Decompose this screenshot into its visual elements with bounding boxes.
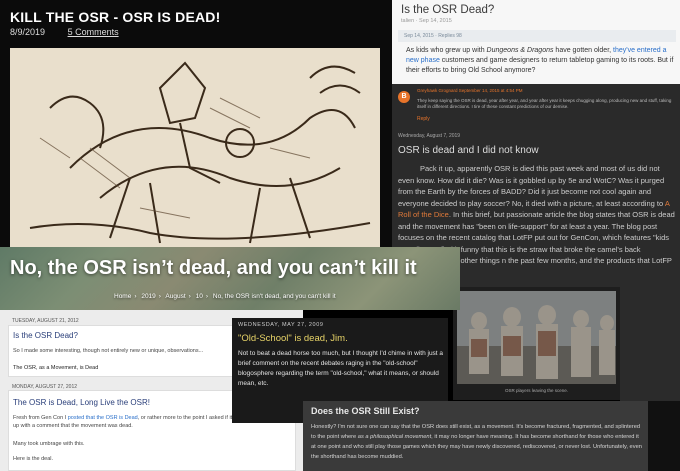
- greyhawk-comment: B Greyhawk Grognard September 14, 2015 a…: [392, 84, 680, 130]
- post-date: 8/9/2019: [10, 27, 46, 37]
- sidebar-strip: [620, 290, 680, 401]
- osr-is-dead-link[interactable]: posted that the OSR is Dead: [68, 415, 138, 421]
- breadcrumb-day[interactable]: 10: [196, 293, 203, 300]
- breadcrumb: Home › 2019 › August › 10 › No, the OSR isn'…: [114, 293, 336, 300]
- forum-byline: talien · Sep 14, 2015: [401, 18, 452, 24]
- osr-not-dead-banner: No, the OSR isn’t dead, and you can’t ki…: [0, 247, 460, 310]
- post-date: MONDAY, AUGUST 27, 2012: [12, 384, 78, 390]
- post-title[interactable]: Is the OSR Dead?: [13, 331, 78, 340]
- comments-link[interactable]: 5 Comments: [68, 27, 119, 37]
- breadcrumb-home[interactable]: Home: [114, 293, 131, 300]
- reply-link[interactable]: Reply: [417, 116, 430, 122]
- forum-title[interactable]: Is the OSR Dead?: [401, 4, 494, 16]
- forum-meta-bar: Sep 14, 2015 · Replies 98: [398, 30, 676, 42]
- dark-margin: [648, 401, 680, 471]
- comment-author[interactable]: Greyhawk Grognard September 14, 2015 at …: [417, 88, 523, 93]
- zombies-photo-panel: OSR players leaving the scene.: [453, 287, 620, 400]
- post-line: Many took umbrage with this.: [13, 441, 85, 447]
- post-date: WEDNESDAY, MAY 27, 2009: [238, 322, 324, 328]
- post-date: Wednesday, August 7, 2019: [398, 133, 461, 139]
- post-body: Not to beat a dead horse too much, but I…: [238, 350, 444, 387]
- osr-still-exist-post: Does the OSR Still Exist? Honestly? I'm …: [303, 401, 648, 471]
- breadcrumb-year[interactable]: 2019: [141, 293, 155, 300]
- post-excerpt: So I made some interesting, though not e…: [13, 348, 204, 354]
- comment-text: They keep saying the OSR is dead, year a…: [417, 98, 672, 109]
- kill-the-osr-post: KILL THE OSR - OSR IS DEAD! 8/9/2019 5 C…: [0, 0, 392, 250]
- post-title[interactable]: KILL THE OSR - OSR IS DEAD!: [10, 9, 221, 25]
- post-subheading: The OSR, as a Movement, is Dead: [13, 365, 99, 371]
- post-meta: 8/9/2019 5 Comments: [10, 27, 119, 37]
- photo-caption: OSR players leaving the scene.: [504, 388, 569, 393]
- post-title[interactable]: Does the OSR Still Exist?: [311, 406, 420, 416]
- breadcrumb-current: No, the OSR isn't dead, and you can't ki…: [212, 293, 336, 300]
- is-the-osr-dead-forum: Is the OSR Dead? talien · Sep 14, 2015 S…: [392, 0, 680, 84]
- banner-title: No, the OSR isn’t dead, and you can’t ki…: [10, 257, 417, 279]
- forum-body: As kids who grew up with Dungeons & Drag…: [406, 47, 674, 74]
- post-title[interactable]: "Old-School" is dead, Jim.: [238, 333, 348, 344]
- post-date: TUESDAY, AUGUST 21, 2012: [12, 318, 79, 324]
- post-line: Here is the deal.: [13, 456, 54, 462]
- blogger-avatar-icon: B: [398, 91, 410, 103]
- breadcrumb-month[interactable]: August: [165, 293, 185, 300]
- woodcut-rider-illustration: [10, 48, 380, 250]
- post-title[interactable]: OSR is dead and I did not know: [398, 145, 539, 156]
- zombies-photo: [457, 291, 616, 384]
- post-body: Honestly? I'm not sure one can say that …: [311, 424, 642, 460]
- post-title[interactable]: The OSR is Dead, Long Live the OSR!: [13, 398, 150, 407]
